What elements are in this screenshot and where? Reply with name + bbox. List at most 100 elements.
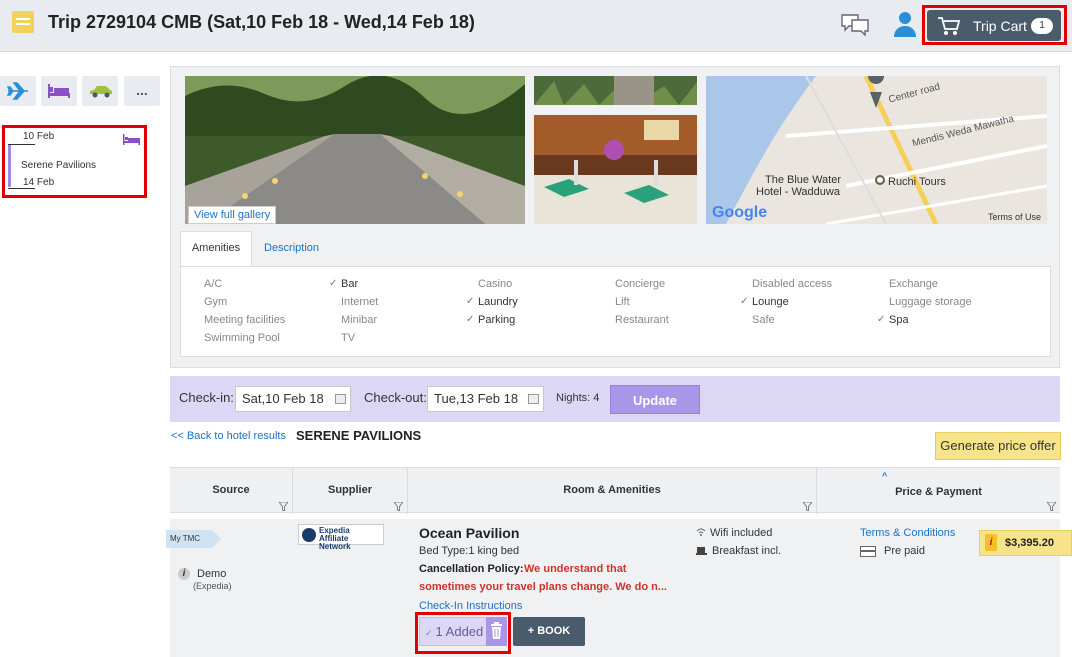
- amenity-item: Laundry: [466, 296, 518, 308]
- amenity-item: Bar: [329, 278, 358, 290]
- amenity-item: Safe: [752, 314, 775, 326]
- map-label-ruchi-tours: Ruchi Tours: [888, 176, 946, 188]
- checkin-date-value: Sat,10 Feb 18: [242, 391, 324, 406]
- amenity-item: Swimming Pool: [204, 332, 280, 344]
- checkin-date-field[interactable]: Sat,10 Feb 18: [235, 386, 351, 412]
- amenity-item: Restaurant: [615, 314, 669, 326]
- cancellation-policy-label: Cancellation Policy:: [419, 563, 524, 575]
- hotel-photo-restaurant[interactable]: [534, 115, 697, 224]
- amenity-item: Internet: [341, 296, 379, 308]
- info-icon[interactable]: i: [178, 568, 190, 580]
- source-subtitle: (Expedia): [193, 581, 232, 591]
- expedia-affiliate-logo: Expedia Affiliate Network: [298, 524, 384, 551]
- filter-icon[interactable]: [394, 502, 403, 511]
- car-icon: [90, 86, 112, 98]
- hotel-photo-pathway[interactable]: [185, 76, 525, 224]
- itinerary-end-date: 14 Feb: [23, 177, 55, 188]
- amenity-item: Lounge: [740, 296, 789, 308]
- column-header-supplier[interactable]: Supplier: [293, 468, 408, 514]
- map-terms-link[interactable]: Terms of Use: [988, 212, 1041, 222]
- amenity-item: Spa: [877, 314, 908, 326]
- map-label-blue-water: The Blue Water: [765, 174, 842, 186]
- itinerary-divider: [8, 144, 35, 145]
- cart-icon: [938, 17, 961, 35]
- hotel-photo-garden[interactable]: [534, 76, 697, 105]
- room-name: Ocean Pavilion: [419, 525, 520, 541]
- checkout-date-value: Tue,13 Feb 18: [434, 391, 519, 406]
- filter-icon[interactable]: [279, 502, 288, 511]
- check-icon: ✓: [425, 628, 433, 638]
- breakfast-amenity: Breakfast incl.: [712, 545, 782, 557]
- expedia-logo-icon: [302, 528, 316, 542]
- trip-cart-button[interactable]: Trip Cart 1: [927, 10, 1061, 41]
- amenity-item: Parking: [466, 314, 515, 326]
- bed-type: Bed Type:1 king bed: [419, 545, 520, 557]
- trip-cart-label: Trip Cart: [973, 18, 1027, 34]
- filter-icon[interactable]: [803, 502, 812, 511]
- filter-icon[interactable]: [1047, 502, 1056, 511]
- cancellation-policy-text-cont[interactable]: sometimes your travel plans change. We d…: [419, 581, 667, 593]
- back-to-results-link[interactable]: << Back to hotel results: [171, 430, 286, 442]
- room-price[interactable]: i $3,395.20: [979, 530, 1072, 556]
- checkout-date-field[interactable]: Tue,13 Feb 18: [427, 386, 544, 412]
- amenity-item: Casino: [478, 278, 513, 290]
- itinerary-stay-bar: [8, 145, 11, 187]
- airplane-icon: [6, 82, 28, 100]
- amenity-item: Concierge: [615, 278, 666, 290]
- trip-notes-icon: [12, 11, 34, 33]
- trash-icon: [491, 622, 502, 639]
- wifi-icon: [696, 528, 706, 536]
- amenity-item: Meeting facilities: [204, 314, 286, 326]
- google-logo: Google: [712, 204, 768, 221]
- nav-cars-button[interactable]: [82, 76, 118, 106]
- amenity-item: Exchange: [889, 278, 938, 290]
- bed-icon: [123, 134, 140, 145]
- hotel-name-heading: SERENE PAVILIONS: [296, 428, 422, 443]
- nav-flights-button[interactable]: [0, 76, 36, 106]
- column-header-room-amenities[interactable]: Room & Amenities: [408, 468, 817, 514]
- view-gallery-link[interactable]: View full gallery: [188, 206, 277, 224]
- calendar-icon[interactable]: [528, 394, 539, 404]
- checkout-label: Check-out:: [364, 390, 427, 405]
- nights-count: Nights: 4: [556, 392, 600, 404]
- credit-card-icon: [860, 546, 876, 557]
- nav-hotels-button[interactable]: [41, 76, 77, 106]
- checkin-label: Check-in:: [179, 390, 234, 405]
- user-icon[interactable]: [893, 11, 917, 37]
- amenity-item: Disabled access: [752, 278, 833, 290]
- nav-more-button[interactable]: ...: [124, 76, 160, 106]
- terms-conditions-link[interactable]: Terms & Conditions: [860, 527, 955, 539]
- tmc-tag: My TMC: [166, 530, 221, 548]
- date-search-bar: Check-in: Sat,10 Feb 18 Check-out: Tue,1…: [170, 376, 1060, 422]
- amenity-item: TV: [341, 332, 356, 344]
- itinerary-hotel-item[interactable]: Serene Pavilions: [21, 160, 96, 171]
- remove-from-cart-button[interactable]: [486, 617, 507, 646]
- amenity-item: Lift: [615, 296, 630, 308]
- column-header-price-payment[interactable]: ^ Price & Payment: [817, 468, 1060, 514]
- amenity-item: Gym: [204, 296, 228, 308]
- checkin-instructions-link[interactable]: Check-In Instructions: [419, 600, 522, 612]
- tab-amenities[interactable]: Amenities: [180, 231, 252, 267]
- coffee-icon: [696, 547, 707, 555]
- payment-type: Pre paid: [884, 545, 925, 557]
- itinerary-divider: [8, 188, 35, 189]
- bed-icon: [48, 84, 70, 98]
- amenity-item: A/C: [204, 278, 223, 290]
- amenity-item: Minibar: [341, 314, 378, 326]
- cancellation-policy-text: We understand that: [524, 563, 627, 575]
- tab-description[interactable]: Description: [264, 242, 319, 254]
- rooms-table-header: Source Supplier Room & Amenities ^ Price…: [170, 467, 1060, 514]
- hotel-location-map[interactable]: Center road Mendis Weda Mawatha The Blue…: [706, 76, 1047, 224]
- calendar-icon[interactable]: [335, 394, 346, 404]
- map-label-blue-water-hotel: Hotel - Wadduwa: [756, 186, 840, 198]
- update-button[interactable]: Update: [610, 385, 700, 414]
- wifi-amenity: Wifi included: [710, 527, 773, 539]
- generate-price-offer-button[interactable]: Generate price offer: [935, 432, 1061, 460]
- price-info-icon[interactable]: i: [985, 534, 997, 551]
- amenity-item: Luggage storage: [889, 296, 972, 308]
- source-name: Demo: [197, 568, 227, 580]
- chat-icon[interactable]: [840, 12, 870, 36]
- sort-asc-icon[interactable]: ^: [882, 452, 887, 500]
- column-header-source[interactable]: Source: [170, 468, 293, 514]
- book-button[interactable]: + BOOK: [513, 617, 585, 646]
